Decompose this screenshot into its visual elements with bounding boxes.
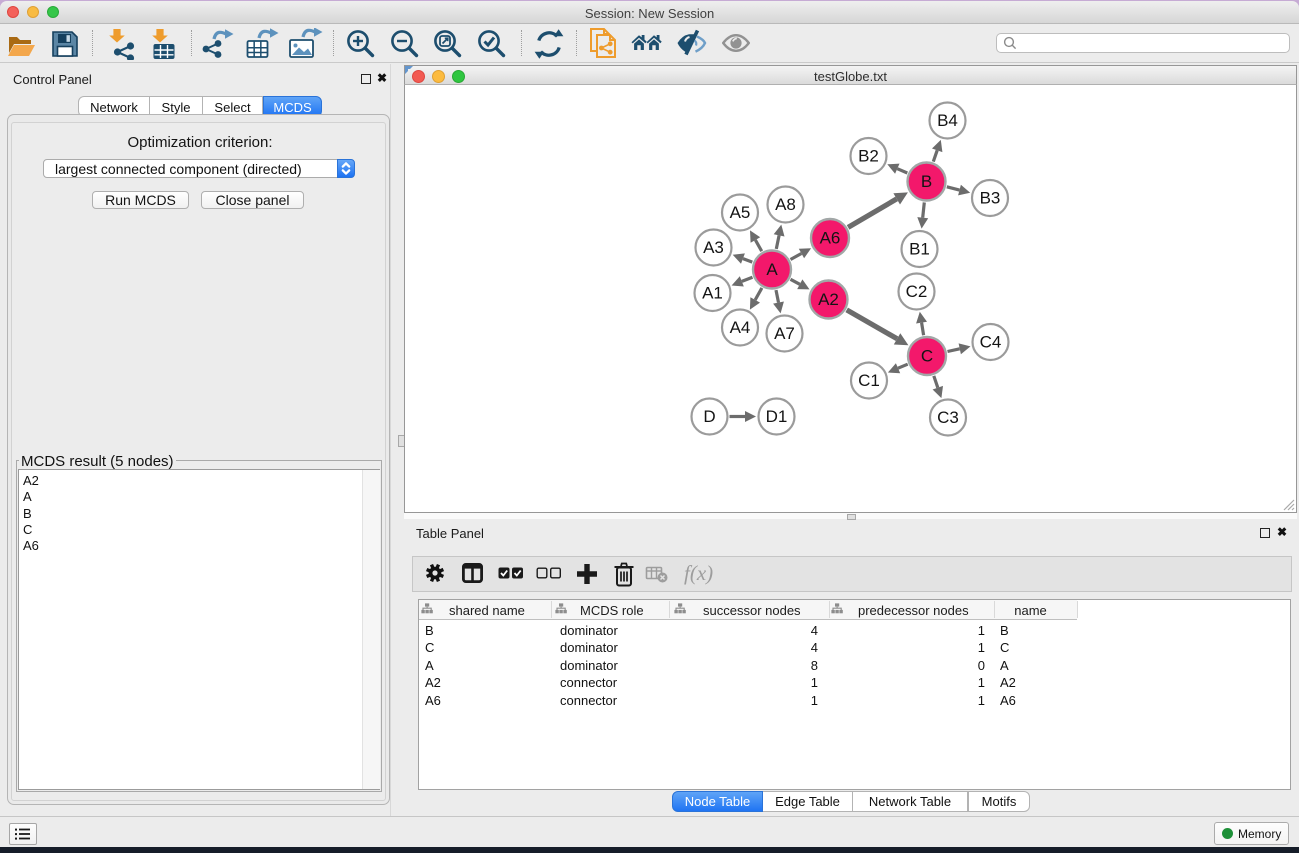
svg-text:B3: B3 [980,189,1001,208]
svg-text:A5: A5 [730,203,751,222]
svg-text:D: D [703,407,715,426]
svg-text:B: B [921,172,932,191]
svg-text:D1: D1 [766,407,788,426]
svg-text:A7: A7 [774,324,795,343]
svg-text:A1: A1 [702,284,723,303]
svg-text:A3: A3 [703,238,724,257]
svg-text:A: A [766,260,778,279]
svg-text:C2: C2 [906,282,928,301]
svg-text:A4: A4 [730,318,751,337]
svg-text:C4: C4 [980,333,1002,352]
svg-text:C1: C1 [858,371,880,390]
svg-text:C3: C3 [937,408,959,427]
svg-text:A6: A6 [820,229,841,248]
svg-text:A8: A8 [775,195,796,214]
svg-text:C: C [921,347,933,366]
svg-text:B2: B2 [858,147,879,166]
svg-text:A2: A2 [818,290,839,309]
svg-text:B1: B1 [909,240,930,259]
svg-text:B4: B4 [937,111,958,130]
